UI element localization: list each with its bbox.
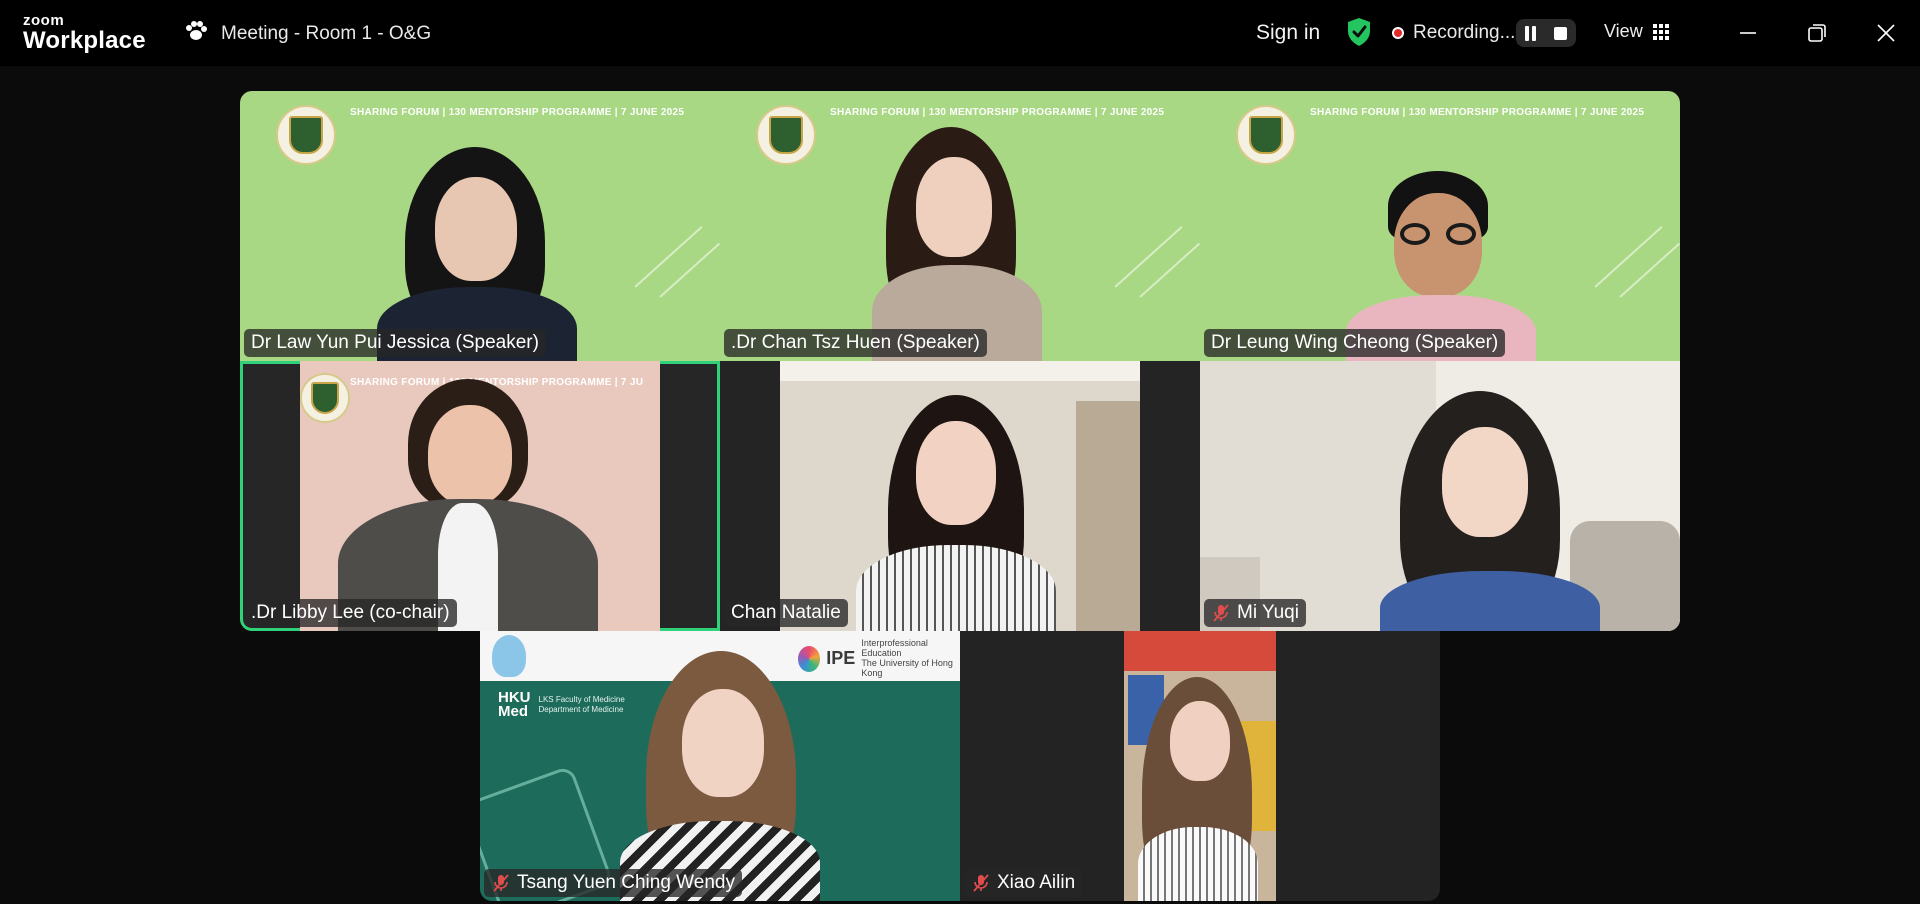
participant-name: Dr Law Yun Pui Jessica (Speaker) bbox=[251, 332, 539, 353]
university-crest bbox=[756, 105, 816, 165]
logo-line2: Workplace bbox=[23, 27, 146, 54]
participant-name: Mi Yuqi bbox=[1237, 602, 1299, 623]
participant-name: Dr Leung Wing Cheong (Speaker) bbox=[1211, 332, 1499, 353]
ipe-logo: IPE Interprofessional Education The Univ… bbox=[798, 638, 960, 679]
video-tile[interactable]: Xiao Ailin bbox=[960, 631, 1440, 901]
paw-icon bbox=[183, 19, 209, 48]
logo-line1: zoom bbox=[23, 12, 65, 29]
tile-banner: SHARING FORUM | 130 MENTORSHIP PROGRAMME… bbox=[830, 107, 1165, 118]
hku-sub2: Department of Medicine bbox=[538, 704, 624, 714]
hku-sub1: LKS Faculty of Medicine bbox=[538, 694, 625, 704]
meeting-title: Meeting - Room 1 - O&G bbox=[221, 22, 432, 44]
participant-name-label: Dr Leung Wing Cheong (Speaker) bbox=[1204, 329, 1506, 357]
record-dot-icon bbox=[1392, 27, 1404, 39]
video-tile[interactable]: SHARING FORUM | 130 MENTORSHIP PROGRAMME… bbox=[720, 91, 1200, 361]
minimize-button[interactable] bbox=[1733, 18, 1763, 48]
video-tile[interactable]: IPE Interprofessional Education The Univ… bbox=[480, 631, 960, 901]
hku-med-logo: HKU Med LKS Faculty of Medicine Departme… bbox=[498, 690, 625, 720]
decoration-line bbox=[634, 226, 703, 288]
recording-indicator: Recording... bbox=[1392, 22, 1515, 44]
participant-video-frame bbox=[780, 361, 1140, 631]
decoration-line bbox=[1139, 242, 1200, 298]
decoration-line bbox=[1619, 242, 1680, 298]
participant-name: .Dr Chan Tsz Huen (Speaker) bbox=[731, 332, 980, 353]
decoration-line bbox=[1114, 226, 1183, 288]
video-tile[interactable]: SHARING FORUM | 130 MENTORSHIP PROGRAMME… bbox=[240, 91, 720, 361]
participant-name: Xiao Ailin bbox=[997, 872, 1076, 893]
view-label: View bbox=[1604, 21, 1643, 41]
glasses bbox=[1400, 223, 1476, 245]
university-crest bbox=[300, 373, 350, 423]
participant-name-label: Mi Yuqi bbox=[1204, 599, 1306, 627]
video-tile[interactable]: SHARING FORUM | 130 MENTORSHIP PROGRAMME… bbox=[1200, 91, 1680, 361]
mic-muted-icon bbox=[491, 873, 511, 893]
sign-in-button[interactable]: Sign in bbox=[1256, 21, 1320, 45]
video-tile[interactable]: Chan Natalie bbox=[720, 361, 1200, 631]
view-button[interactable]: View bbox=[1604, 21, 1669, 42]
minimize-icon bbox=[1740, 32, 1756, 34]
participant-name-label: Tsang Yuen Ching Wendy bbox=[484, 869, 742, 897]
tile-banner: SHARING FORUM | 130 MENTORSHIP PROGRAMME… bbox=[1310, 107, 1645, 118]
ipe-logo-subtext: The University of Hong Kong bbox=[861, 657, 953, 678]
zoom-workplace-logo: zoom Workplace bbox=[23, 13, 146, 53]
participant-name-label: .Dr Libby Lee (co-chair) bbox=[244, 599, 457, 627]
recording-controls bbox=[1516, 19, 1576, 47]
meeting-info[interactable]: Meeting - Room 1 - O&G bbox=[183, 19, 431, 48]
shield-check-icon[interactable] bbox=[1346, 17, 1372, 52]
close-button[interactable] bbox=[1871, 18, 1901, 48]
restore-button[interactable] bbox=[1802, 18, 1832, 48]
participant-name: Tsang Yuen Ching Wendy bbox=[517, 872, 735, 893]
participant-name: .Dr Libby Lee (co-chair) bbox=[251, 602, 450, 623]
video-tile[interactable]: SHARING FORUM | 130 MENTORSHIP PROGRAMME… bbox=[240, 361, 720, 631]
participant-name-label: Xiao Ailin bbox=[964, 869, 1083, 897]
university-crest bbox=[1236, 105, 1296, 165]
mic-muted-icon bbox=[1211, 603, 1231, 623]
grid-icon bbox=[1652, 23, 1669, 40]
title-bar: zoom Workplace Meeting - Room 1 - O&G Si… bbox=[0, 0, 1920, 66]
pause-icon[interactable] bbox=[1525, 25, 1536, 41]
participant-video-frame bbox=[1124, 631, 1276, 901]
participant-name-label: Chan Natalie bbox=[724, 599, 848, 627]
ipe-logo-text: Interprofessional Education bbox=[861, 638, 928, 658]
participant-name-label: .Dr Chan Tsz Huen (Speaker) bbox=[724, 329, 987, 357]
university-crest bbox=[276, 105, 336, 165]
stop-icon[interactable] bbox=[1554, 26, 1567, 40]
tile-banner: SHARING FORUM | 130 MENTORSHIP PROGRAMME… bbox=[350, 107, 685, 118]
close-icon bbox=[1877, 24, 1895, 42]
restore-icon bbox=[1808, 24, 1826, 42]
mascot-image bbox=[492, 635, 526, 677]
hku-line2: Med bbox=[498, 702, 528, 720]
participant-video-frame: SHARING FORUM | 130 MENTORSHIP PROGRAMME… bbox=[300, 361, 660, 631]
video-tile[interactable]: Mi Yuqi bbox=[1200, 361, 1680, 631]
participant-name: Chan Natalie bbox=[731, 602, 841, 623]
decoration-line bbox=[1594, 226, 1663, 288]
participant-name-label: Dr Law Yun Pui Jessica (Speaker) bbox=[244, 329, 546, 357]
recording-status: Recording... bbox=[1413, 22, 1516, 43]
decoration-line bbox=[659, 242, 720, 298]
mic-muted-icon bbox=[971, 873, 991, 893]
